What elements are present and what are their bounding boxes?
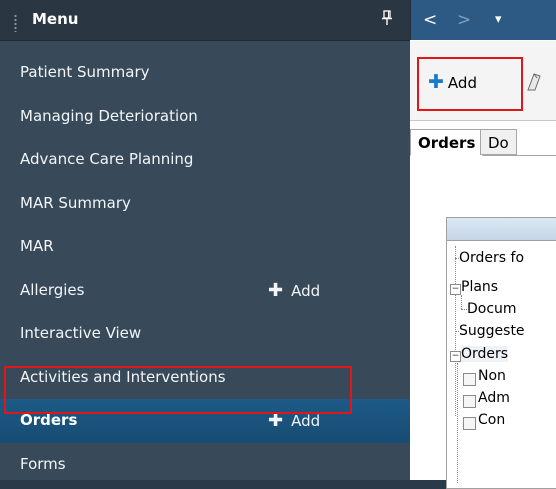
add-label: Add <box>291 281 321 300</box>
forward-arrow-icon[interactable]: > <box>457 10 471 30</box>
menu-item-label: Patient Summary <box>20 63 150 81</box>
menu-item-patient-summary[interactable]: Patient Summary <box>0 51 410 95</box>
tree-node-non[interactable]: Non <box>478 368 506 384</box>
menu-item-activities-and-interventions[interactable]: Activities and Interventions <box>0 356 410 400</box>
menu-list: Patient Summary Managing Deterioration A… <box>0 51 410 486</box>
menu-item-label: Advance Care Planning <box>20 150 194 168</box>
menu-item-label: Orders <box>20 411 78 429</box>
menu-item-label: Interactive View <box>20 324 142 342</box>
toolbar: ✚ Add <box>410 41 556 121</box>
toolbar-add-label: Add <box>447 74 477 92</box>
menu-item-label: Managing Deterioration <box>20 106 198 125</box>
tree-node-plans[interactable]: Plans <box>461 279 498 295</box>
menu-header: Menu <box>0 0 410 41</box>
orders-add-button[interactable]: ✚ Add <box>268 399 320 444</box>
toolbar-add-button[interactable]: ✚ Add <box>428 71 477 93</box>
tab-orders[interactable]: Orders <box>410 129 484 156</box>
tree-node-con[interactable]: Con <box>478 412 505 428</box>
add-label: Add <box>291 412 321 430</box>
menu-item-label: Allergies <box>20 280 85 299</box>
history-dropdown-icon[interactable]: ▾ <box>495 12 502 27</box>
nav-bar: < > ▾ <box>410 0 556 40</box>
tree-node-adm[interactable]: Adm <box>478 390 510 406</box>
menu-item-label: MAR <box>20 237 54 255</box>
menu-item-forms[interactable]: Forms <box>0 443 410 487</box>
tab-documents[interactable]: Do <box>480 129 517 155</box>
menu-item-mar[interactable]: MAR <box>0 225 410 269</box>
menu-item-managing-deterioration[interactable]: Managing Deterioration <box>0 95 410 139</box>
collapse-icon[interactable]: − <box>450 284 461 295</box>
menu-item-advance-care-planning[interactable]: Advance Care Planning <box>0 138 410 182</box>
menu-item-orders[interactable]: Orders ✚ Add <box>0 399 410 443</box>
tree-node-orders-for[interactable]: Orders fo <box>459 250 524 266</box>
pin-icon[interactable] <box>380 9 394 27</box>
tree-checkbox[interactable] <box>463 373 476 386</box>
tree-header <box>447 218 556 241</box>
menu-item-label: Activities and Interventions <box>20 367 226 386</box>
menu-item-label: MAR Summary <box>20 193 131 212</box>
tree-checkbox[interactable] <box>463 417 476 430</box>
plus-icon: ✚ <box>428 71 444 93</box>
tree-line <box>457 363 458 483</box>
allergies-add-button[interactable]: ✚ Add <box>268 269 320 314</box>
plus-icon: ✚ <box>268 279 284 301</box>
menu-title: Menu <box>32 10 79 28</box>
menu-panel: Menu Patient Summary Managing Deteriorat… <box>0 0 410 480</box>
document-icon[interactable] <box>525 72 555 92</box>
tree-node-suggested[interactable]: Suggeste <box>459 323 525 339</box>
menu-item-allergies[interactable]: Allergies ✚ Add <box>0 269 410 313</box>
tree-line <box>461 295 462 309</box>
tree-node-documents[interactable]: Docum <box>467 301 517 317</box>
tree-checkbox[interactable] <box>463 395 476 408</box>
tab-strip: Orders Do <box>410 121 556 156</box>
plus-icon: ✚ <box>268 410 284 431</box>
collapse-icon[interactable]: − <box>450 351 461 362</box>
tree-node-orders[interactable]: Orders <box>461 346 509 362</box>
menu-item-mar-summary[interactable]: MAR Summary <box>0 182 410 226</box>
drag-grip-icon[interactable] <box>14 14 17 32</box>
menu-item-interactive-view[interactable]: Interactive View <box>0 312 410 356</box>
menu-item-label: Forms <box>20 454 66 473</box>
back-arrow-icon[interactable]: < <box>423 10 437 30</box>
orders-tree: Orders fo − Plans Docum Suggeste − Order… <box>446 217 556 489</box>
